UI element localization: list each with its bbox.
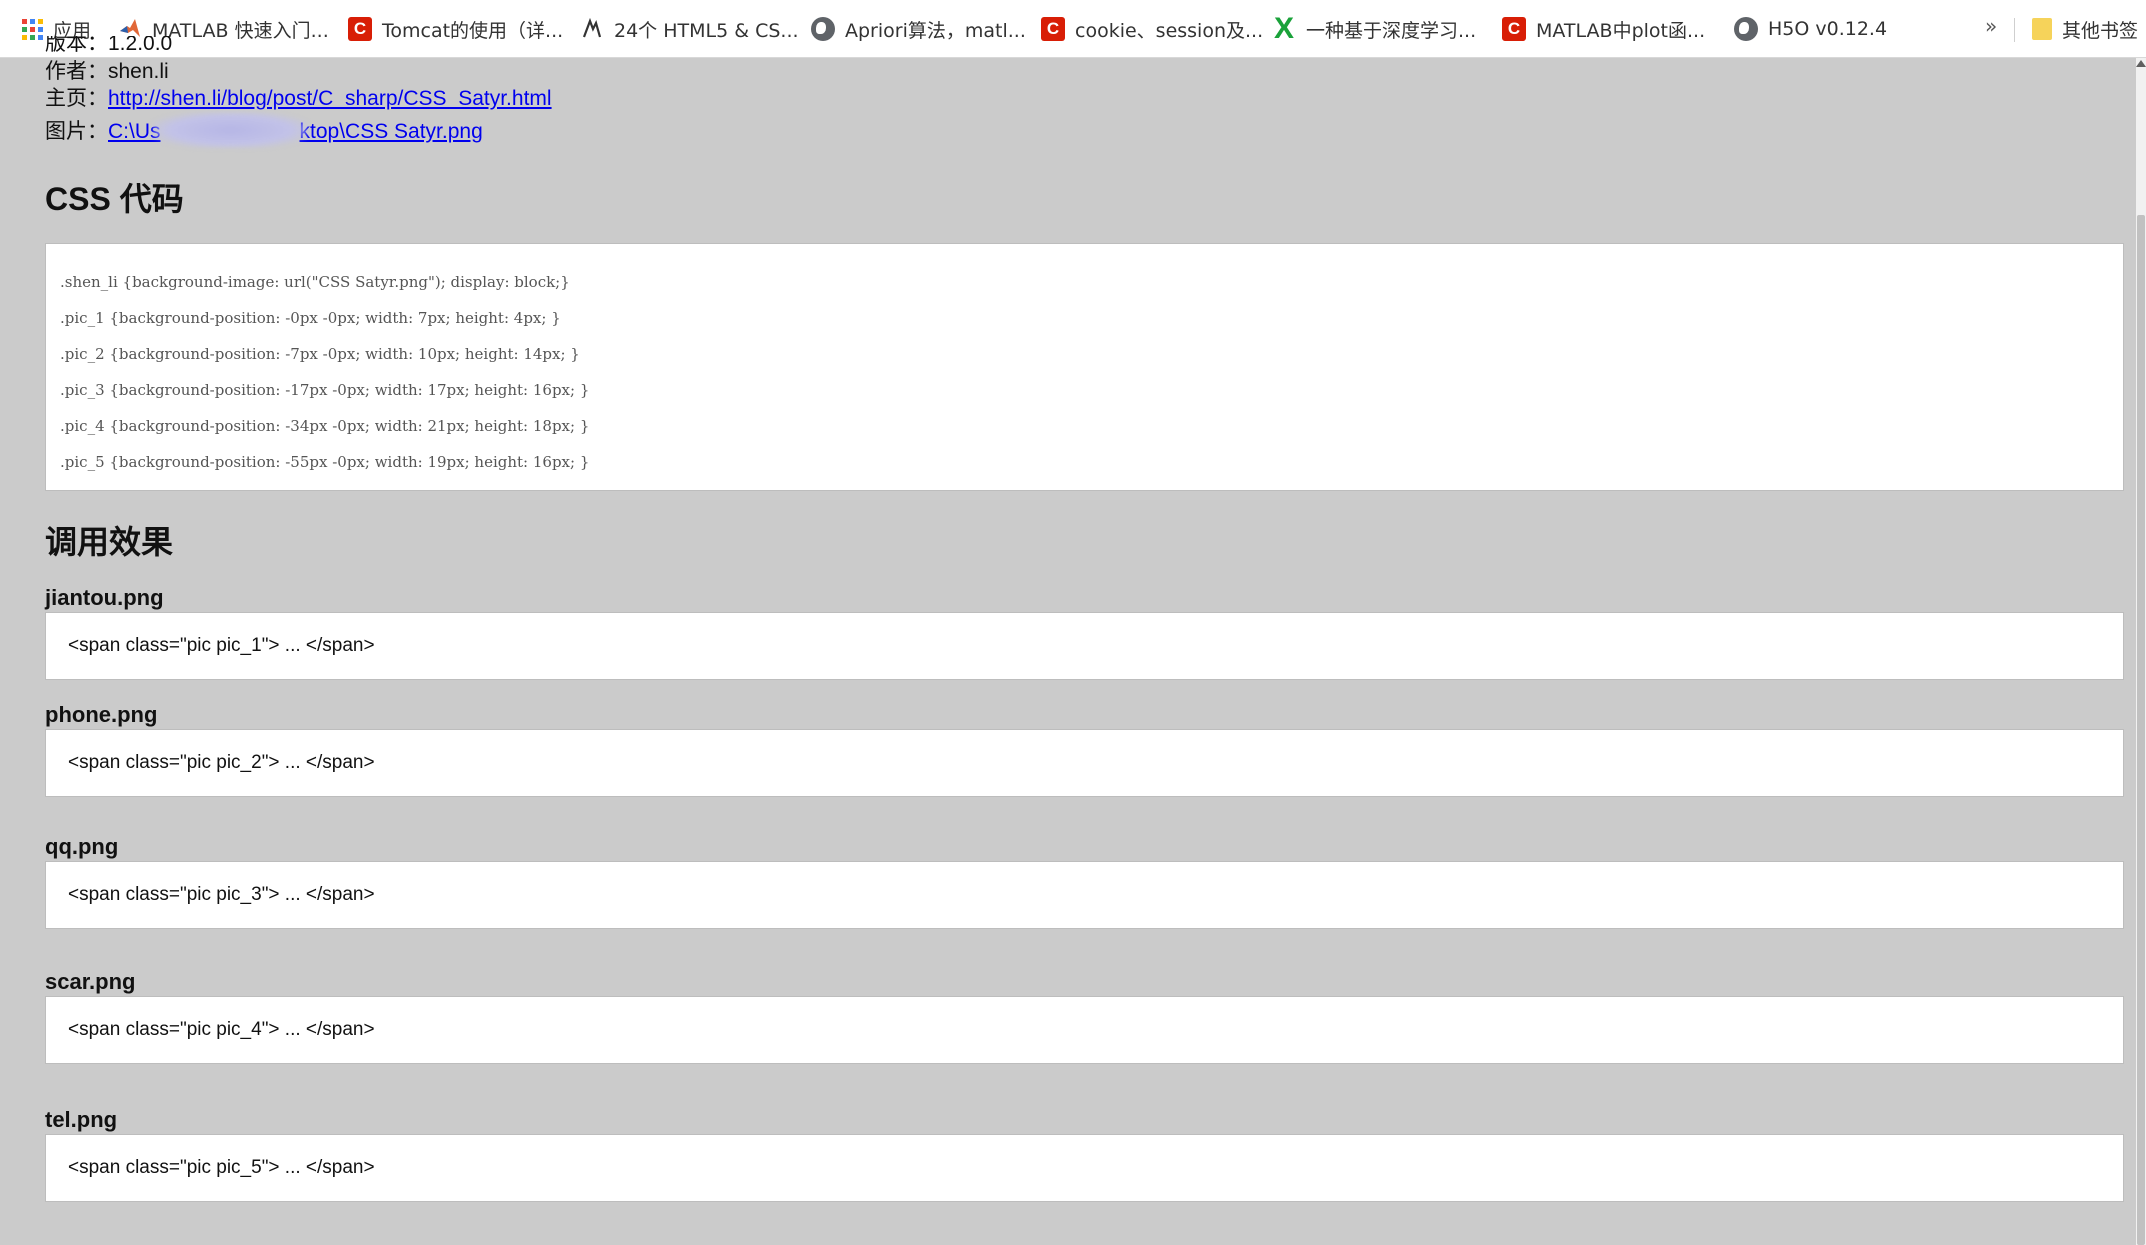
author-label: 作者： (45, 60, 108, 83)
usage-heading: 调用效果 (45, 524, 174, 560)
code-line: .pic_2 {background-position: -7px -0px; … (60, 345, 580, 363)
code-line: .pic_4 {background-position: -34px -0px;… (60, 417, 590, 435)
file-label-phone: phone.png (45, 702, 158, 727)
usage-box-qq: <span class="pic pic_3"> ... </span> (45, 861, 2124, 929)
image-path-end: ktop\CSS Satyr.png (299, 120, 483, 143)
scroll-up-arrow-icon[interactable] (2136, 60, 2146, 67)
homepage-line: 主页：http://shen.li/blog/post/C_sharp/CSS_… (45, 85, 2124, 112)
vertical-scrollbar-thumb[interactable] (2137, 215, 2145, 1245)
bookmarks-overflow-chevron[interactable]: » (1985, 14, 1997, 38)
apps-grid-icon (22, 19, 43, 40)
author-name: shen.li (108, 60, 169, 83)
redaction-blur (152, 112, 308, 148)
author-line: 作者：shen.li (45, 58, 2124, 85)
page-content: 版本：1.2.0.0 作者：shen.li 主页：http://shen.li/… (45, 36, 2124, 1202)
code-line: .pic_3 {background-position: -17px -0px;… (60, 381, 590, 399)
usage-box-tel: <span class="pic pic_5"> ... </span> (45, 1134, 2124, 1202)
css-code-block: .shen_li {background-image: url("CSS Sat… (45, 243, 2124, 491)
code-line: .shen_li {background-image: url("CSS Sat… (60, 273, 570, 291)
image-line: 图片：C:\Us ktop\CSS Satyr.png (45, 112, 2124, 148)
file-label-tel: tel.png (45, 1107, 118, 1132)
usage-box-jiantou: <span class="pic pic_1"> ... </span> (45, 612, 2124, 680)
version-text: 版本：1.2.0.0 (45, 36, 173, 55)
usage-box-phone: <span class="pic pic_2"> ... </span> (45, 729, 2124, 797)
code-line: .pic_5 {background-position: -55px -0px;… (60, 453, 590, 471)
usage-box-scar: <span class="pic pic_4"> ... </span> (45, 996, 2124, 1064)
code-line: .pic_1 {background-position: -0px -0px; … (60, 309, 561, 327)
version-line: 版本：1.2.0.0 (45, 36, 2124, 58)
homepage-label: 主页： (45, 87, 108, 110)
css-code-heading: CSS 代码 (45, 181, 184, 217)
file-label-qq: qq.png (45, 834, 119, 859)
image-label: 图片： (45, 120, 108, 143)
homepage-link[interactable]: http://shen.li/blog/post/C_sharp/CSS_Sat… (108, 87, 552, 110)
image-path-link[interactable]: C:\Us ktop\CSS Satyr.png (108, 112, 483, 148)
file-label-jiantou: jiantou.png (45, 585, 164, 610)
file-label-scar: scar.png (45, 969, 136, 994)
